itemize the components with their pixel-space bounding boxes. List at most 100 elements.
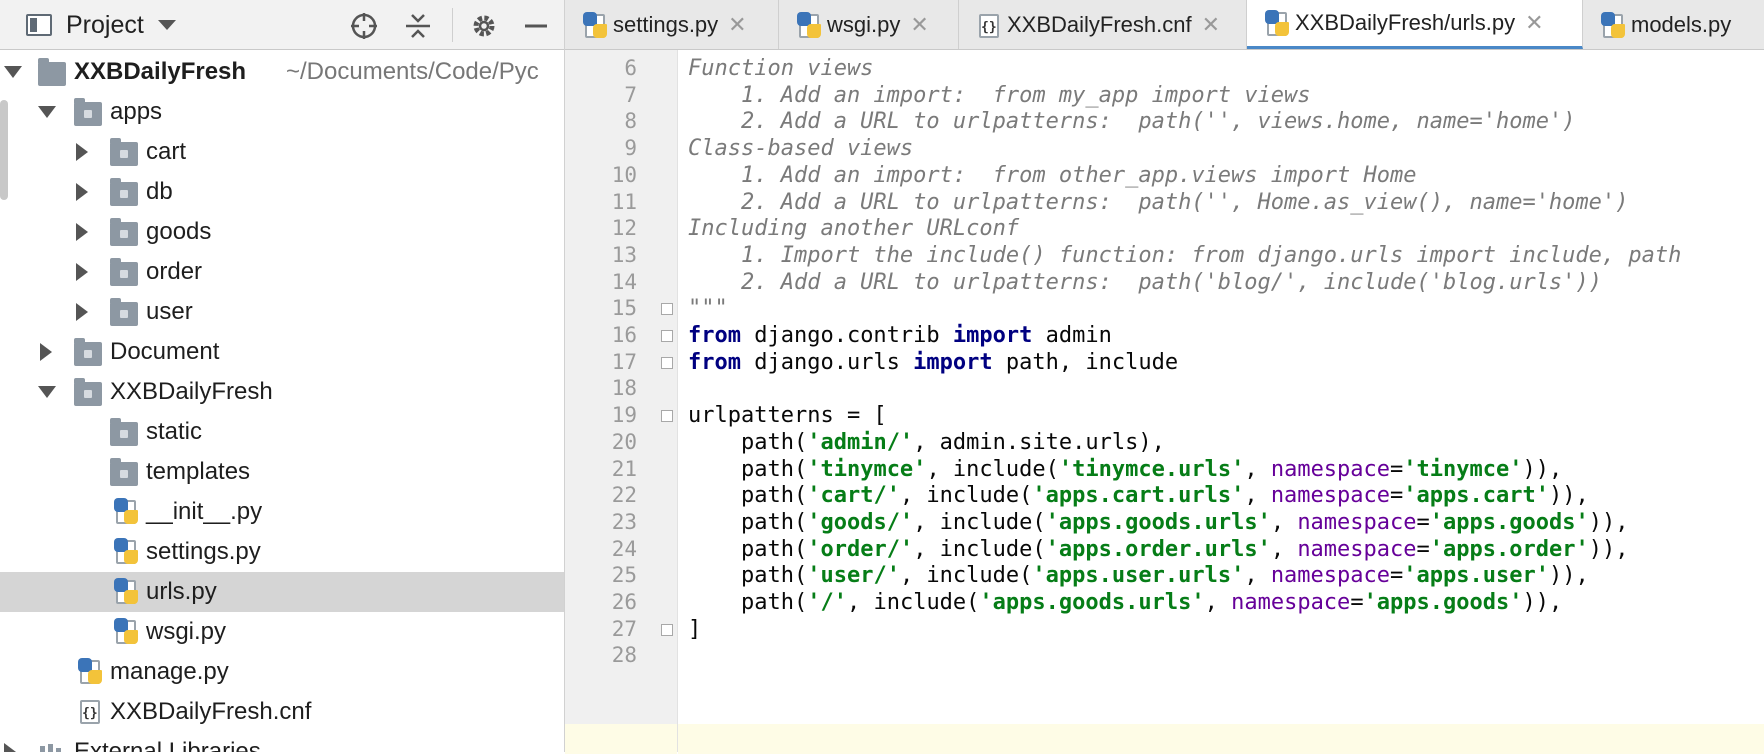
tree-row-goods[interactable]: goods xyxy=(0,212,564,252)
python-file-icon xyxy=(797,11,821,38)
line-number: 14 xyxy=(611,269,637,294)
tree-row-settings-py[interactable]: settings.py xyxy=(0,532,564,572)
project-path: ~/Documents/Code/Pyc xyxy=(286,58,539,85)
chevron-right-icon[interactable] xyxy=(76,183,88,201)
line-number: 27 xyxy=(611,616,637,641)
tab-xxbdailyfresh-cnf[interactable]: {} XXBDailyFresh.cnf ✕ xyxy=(959,0,1247,49)
code-line: urlpatterns = [ xyxy=(688,403,887,429)
code-editor[interactable]: Function views 1. Add an import: from my… xyxy=(678,50,1764,752)
project-view-selector[interactable]: Project xyxy=(26,10,176,40)
tree-row-root[interactable]: XXBDailyFresh ~/Documents/Code/Pyc xyxy=(0,52,564,92)
tree-row-cart[interactable]: cart xyxy=(0,132,564,172)
python-file-icon xyxy=(1265,10,1289,36)
tree-row-cnf[interactable]: {} XXBDailyFresh.cnf xyxy=(0,692,564,732)
tree-item-label: manage.py xyxy=(110,658,229,685)
chevron-down-icon[interactable] xyxy=(4,66,22,78)
code-line: path('tinymce', include('tinymce.urls', … xyxy=(688,456,1563,482)
code-line: path('user/', include('apps.user.urls', … xyxy=(688,563,1589,589)
line-number: 19 xyxy=(611,403,637,428)
chevron-right-icon[interactable] xyxy=(76,143,88,161)
fold-marker-icon[interactable] xyxy=(661,303,673,316)
locate-file-icon[interactable] xyxy=(348,10,380,42)
line-number: 21 xyxy=(611,456,637,481)
fold-marker-icon[interactable] xyxy=(661,410,673,423)
tree-item-label: XXBDailyFresh xyxy=(74,58,247,85)
tree-row-apps[interactable]: apps xyxy=(0,92,564,132)
chevron-down-icon[interactable] xyxy=(38,106,56,118)
line-number: 10 xyxy=(611,162,637,187)
code-line: 1. Add an import: from my_app import vie… xyxy=(688,82,1311,108)
config-file-icon: {} xyxy=(78,698,102,726)
code-line: 1. Add an import: from other_app.views i… xyxy=(688,162,1417,188)
folder-icon xyxy=(110,218,138,246)
tree-item-label: XXBDailyFresh.cnf xyxy=(110,698,312,725)
code-line: """ xyxy=(688,296,728,322)
chevron-down-icon[interactable] xyxy=(38,386,56,398)
project-panel-title: Project xyxy=(66,10,144,39)
chevron-right-icon[interactable] xyxy=(76,263,88,281)
tree-row-init-py[interactable]: __init__.py xyxy=(0,492,564,532)
tree-row-manage-py[interactable]: manage.py xyxy=(0,652,564,692)
python-file-icon xyxy=(583,11,607,38)
line-number: 6 xyxy=(624,56,637,80)
code-line: 2. Add a URL to urlpatterns: path('blog/… xyxy=(688,269,1602,295)
chevron-right-icon[interactable] xyxy=(76,223,88,241)
fold-marker-icon[interactable] xyxy=(661,356,673,369)
python-file-icon xyxy=(114,618,138,646)
line-number: 17 xyxy=(611,349,637,374)
tree-row-db[interactable]: db xyxy=(0,172,564,212)
project-tree: XXBDailyFresh ~/Documents/Code/Pyc apps … xyxy=(0,50,564,752)
collapse-all-icon[interactable] xyxy=(402,10,434,42)
config-file-icon: {} xyxy=(977,12,999,38)
chevron-down-icon[interactable] xyxy=(157,20,176,30)
tree-row-external-libraries[interactable]: External Libraries xyxy=(0,732,564,752)
line-number: 15 xyxy=(611,296,637,321)
editor-gutter[interactable]: 6 7 8 9 10 11 12 13 14 15 16 17 18 19 20 21 22 23 24 25 26 27… xyxy=(565,50,678,752)
tab-settings-py[interactable]: settings.py ✕ xyxy=(565,0,779,49)
chevron-right-icon[interactable] xyxy=(40,343,52,361)
folder-icon xyxy=(74,338,102,366)
folder-icon xyxy=(110,418,138,446)
line-number: 26 xyxy=(611,590,637,614)
chevron-right-icon[interactable] xyxy=(4,743,16,752)
close-icon[interactable]: ✕ xyxy=(1525,10,1543,36)
line-number: 18 xyxy=(611,376,637,401)
tree-row-urls-py[interactable]: urls.py xyxy=(0,572,564,612)
line-number: 11 xyxy=(611,189,637,214)
code-line: path('admin/', admin.site.urls), xyxy=(688,429,1165,455)
line-number: 25 xyxy=(611,563,637,588)
folder-icon xyxy=(110,178,138,206)
tree-row-static[interactable]: static xyxy=(0,412,564,452)
tab-urls-py[interactable]: XXBDailyFresh/urls.py ✕ xyxy=(1247,0,1583,49)
tab-wsgi-py[interactable]: wsgi.py ✕ xyxy=(779,0,959,49)
code-line: from django.urls import path, include xyxy=(688,349,1179,375)
tree-row-templates[interactable]: templates xyxy=(0,452,564,492)
line-number: 22 xyxy=(611,483,637,508)
code-line: 1. Import the include() function: from d… xyxy=(688,242,1682,268)
tree-row-wsgi-py[interactable]: wsgi.py xyxy=(0,612,564,652)
line-number: 7 xyxy=(624,82,637,107)
code-line: Class-based views xyxy=(688,136,914,162)
tree-item-label: Document xyxy=(110,338,220,365)
gear-icon[interactable] xyxy=(468,10,500,42)
line-number: 28 xyxy=(611,643,637,668)
close-icon[interactable]: ✕ xyxy=(728,12,746,38)
fold-marker-icon[interactable] xyxy=(661,330,673,342)
tab-models-py[interactable]: models.py xyxy=(1583,0,1764,49)
project-panel-icon xyxy=(26,14,52,36)
tab-label: settings.py xyxy=(613,11,719,37)
code-line: from django.contrib import admin xyxy=(688,323,1112,348)
fold-marker-icon[interactable] xyxy=(661,623,673,636)
close-icon[interactable]: ✕ xyxy=(1202,12,1220,38)
line-number: 16 xyxy=(611,323,637,347)
current-line-gutter-highlight xyxy=(565,724,677,754)
tree-row-xxbdailyfresh[interactable]: XXBDailyFresh xyxy=(0,372,564,412)
chevron-right-icon[interactable] xyxy=(76,303,88,321)
hide-panel-icon[interactable] xyxy=(520,10,552,42)
close-icon[interactable]: ✕ xyxy=(910,12,928,38)
tree-row-order[interactable]: order xyxy=(0,252,564,292)
tree-item-label: user xyxy=(146,298,193,325)
tree-item-label: order xyxy=(146,258,203,285)
tree-row-document[interactable]: Document xyxy=(0,332,564,372)
tree-row-user[interactable]: user xyxy=(0,292,564,332)
